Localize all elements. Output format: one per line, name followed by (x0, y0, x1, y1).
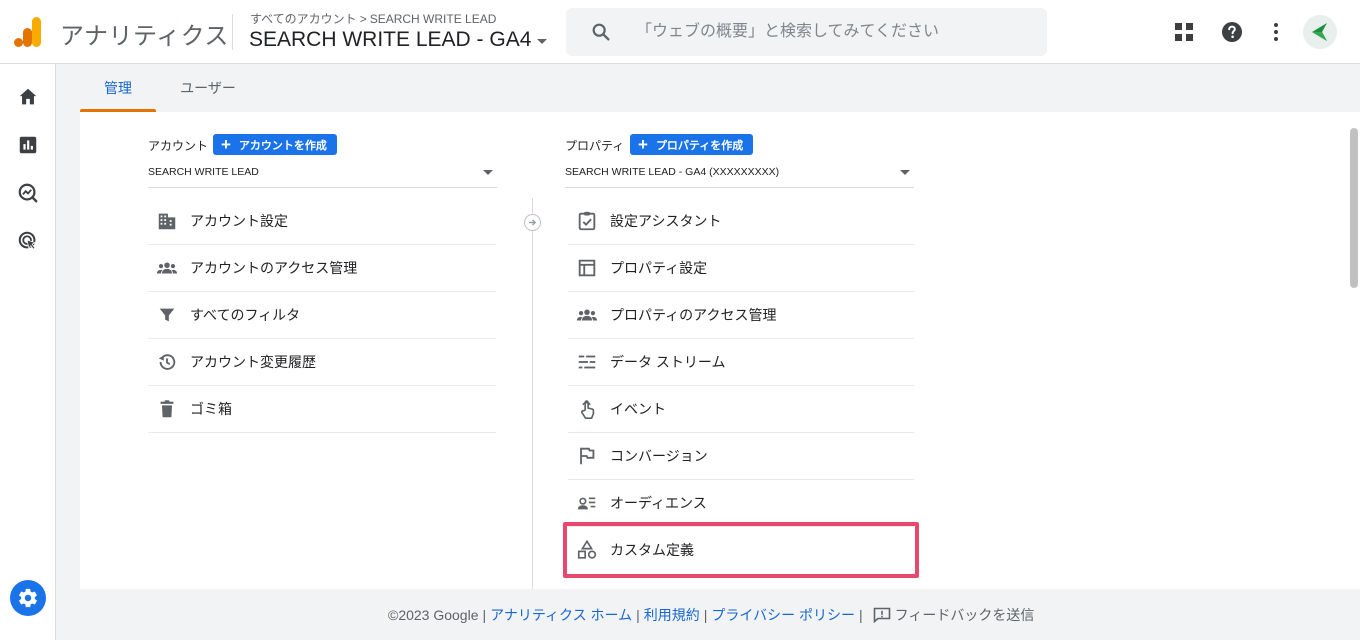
footer-separator: | (482, 607, 487, 623)
audience-icon (577, 497, 596, 510)
breadcrumb[interactable]: すべてのアカウント > SEARCH WRITE LEAD (250, 10, 496, 27)
history-icon (158, 354, 176, 370)
footer-separator: | (703, 607, 708, 623)
menu-item-label: 設定アシスタント (610, 213, 722, 229)
chevron-down-icon (537, 38, 548, 44)
menu-item-account-change-history[interactable]: アカウント変更履歴 (148, 339, 496, 386)
highlight-annotation-box (563, 522, 919, 578)
property-picker[interactable]: SEARCH WRITE LEAD - GA4 (249, 28, 548, 52)
building-icon (158, 213, 176, 230)
help-icon[interactable] (1220, 20, 1244, 44)
menu-item-conversions[interactable]: コンバージョン (568, 433, 914, 480)
account-selector-value: SEARCH WRITE LEAD (148, 166, 259, 178)
tab-admin[interactable]: 管理 (80, 64, 156, 112)
menu-item-label: イベント (610, 401, 666, 417)
menu-item-trash[interactable]: ゴミ箱 (148, 386, 496, 433)
chevron-down-icon (483, 170, 493, 175)
menu-item-audiences[interactable]: オーディエンス (568, 480, 914, 527)
breadcrumb-account[interactable]: SEARCH WRITE LEAD (370, 12, 497, 26)
flag-icon (580, 447, 595, 465)
feedback-icon[interactable] (873, 607, 891, 623)
menu-item-label: プロパティ設定 (610, 260, 708, 276)
avatar-logo-icon (1312, 23, 1327, 41)
menu-item-label: データ ストリーム (610, 354, 726, 370)
plus-icon: + (221, 135, 231, 154)
app-name: アナリティクス (60, 23, 229, 50)
menu-item-label: オーディエンス (610, 495, 707, 511)
advertising-icon[interactable] (17, 230, 39, 252)
feedback-link[interactable]: フィードバックを送信 (895, 605, 1035, 625)
footer-separator: | (858, 607, 863, 623)
create-account-button[interactable]: + アカウントを作成 (213, 134, 337, 155)
trash-icon (160, 400, 174, 418)
menu-item-label: プロパティのアクセス管理 (610, 307, 777, 323)
menu-item-data-streams[interactable]: データ ストリーム (568, 339, 914, 386)
menu-item-label: アカウントのアクセス管理 (190, 260, 358, 276)
top-header: アナリティクス すべてのアカウント > SEARCH WRITE LEAD SEAR… (0, 0, 1360, 64)
plus-icon: + (638, 135, 648, 154)
create-account-label: アカウントを作成 (238, 139, 327, 152)
privacy-policy-link[interactable]: プライバシー ポリシー (711, 605, 855, 625)
stream-icon (578, 355, 596, 369)
tab-user[interactable]: ユーザー (170, 64, 246, 112)
chevron-down-icon (900, 170, 910, 175)
search-input[interactable] (636, 8, 1036, 56)
copyright-text: ©2023 Google (388, 607, 479, 623)
menu-item-setup-assistant[interactable]: 設定アシスタント (568, 198, 914, 245)
column-divider (532, 198, 533, 589)
account-selector[interactable]: SEARCH WRITE LEAD (148, 162, 497, 188)
explore-icon[interactable] (17, 182, 39, 204)
menu-item-property-settings[interactable]: プロパティ設定 (568, 245, 914, 292)
left-navigation (0, 64, 56, 640)
property-column-label: プロパティ (565, 139, 625, 153)
footer-separator: | (636, 607, 640, 623)
people-icon (156, 262, 178, 274)
search-icon (592, 23, 610, 41)
property-selector[interactable]: SEARCH WRITE LEAD - GA4 (XXXXXXXXX) (565, 162, 914, 188)
create-property-button[interactable]: + プロパティを作成 (630, 134, 754, 155)
header-divider (232, 14, 233, 50)
menu-item-account-settings[interactable]: アカウント設定 (148, 198, 496, 245)
property-title: SEARCH WRITE LEAD - GA4 (249, 28, 532, 51)
analytics-logo-icon[interactable] (14, 17, 42, 47)
menu-item-label: すべてのフィルタ (190, 307, 301, 323)
create-property-label: プロパティを作成 (655, 139, 744, 152)
scrollbar-thumb[interactable] (1350, 128, 1358, 288)
terms-link[interactable]: 利用規約 (644, 605, 700, 625)
home-icon[interactable] (17, 86, 39, 108)
analytics-home-link[interactable]: アナリティクス ホーム (490, 605, 632, 625)
menu-item-property-access[interactable]: プロパティのアクセス管理 (568, 292, 914, 339)
people-icon (576, 309, 598, 321)
reports-icon[interactable] (17, 134, 39, 156)
menu-item-label: ゴミ箱 (190, 401, 232, 417)
touch-icon (581, 400, 595, 419)
more-vert-icon[interactable] (1264, 20, 1288, 44)
menu-item-events[interactable]: イベント (568, 386, 914, 433)
menu-item-label: アカウント変更履歴 (190, 354, 316, 370)
footer: ©2023 Google | アナリティクス ホーム | 利用規約 | プライバ… (0, 600, 1360, 630)
apps-grid-icon[interactable] (1172, 20, 1196, 44)
account-avatar-icon[interactable] (1303, 15, 1337, 49)
breadcrumb-root[interactable]: すべてのアカウント (250, 12, 357, 26)
filter-icon (159, 308, 175, 322)
arrow-right-icon (524, 214, 541, 231)
account-column-label: アカウント (148, 139, 209, 153)
checklist-icon (578, 211, 596, 231)
property-selector-value: SEARCH WRITE LEAD - GA4 (XXXXXXXXX) (565, 166, 780, 178)
menu-item-label: アカウント設定 (190, 213, 288, 229)
menu-item-account-access[interactable]: アカウントのアクセス管理 (148, 245, 496, 292)
breadcrumb-separator: > (359, 12, 367, 26)
menu-item-all-filters[interactable]: すべてのフィルタ (148, 292, 496, 339)
menu-item-label: コンバージョン (610, 448, 708, 464)
web-window-icon (578, 259, 596, 277)
search-bar[interactable] (566, 8, 1047, 56)
